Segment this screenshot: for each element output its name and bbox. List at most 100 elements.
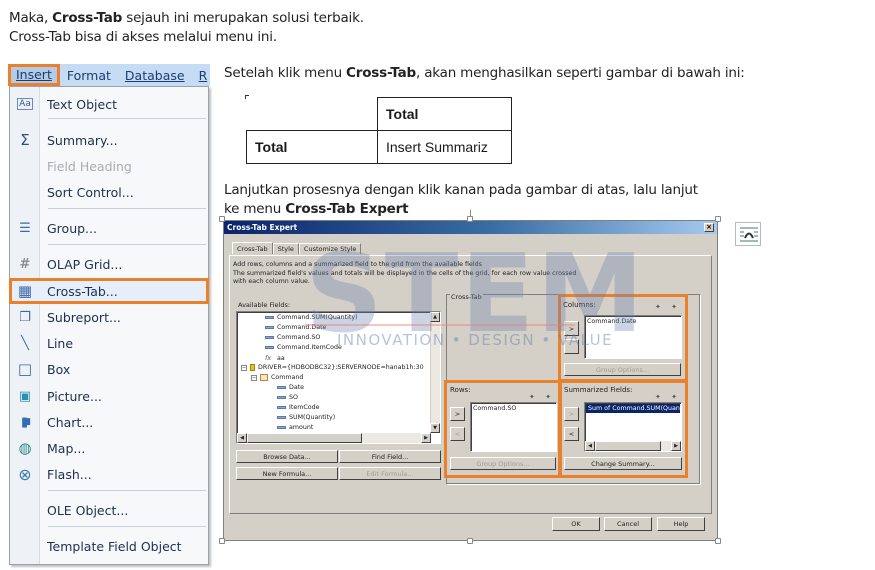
scroll-up-icon[interactable]: ▲	[430, 312, 440, 322]
horizontal-scrollbar[interactable]: ◀ ▶	[237, 433, 431, 443]
menu-item-template-field-object[interactable]: Template Field Object	[10, 534, 208, 558]
menu-database[interactable]: Database	[118, 68, 192, 83]
columns-move-arrows[interactable]: ✦ ✦	[655, 303, 681, 311]
menu-item-ole-object[interactable]: OLE Object...	[10, 498, 208, 522]
intro-text-suffix: sejauh ini merupakan solusi terbaik.	[122, 10, 364, 26]
vertical-scrollbar[interactable]: ▲ ▼	[430, 312, 440, 433]
menu-item-group[interactable]: ☰ Group...	[10, 216, 208, 240]
tree-item[interactable]: Date	[277, 384, 304, 391]
menu-item-chart[interactable]: ▮ ▮ Chart...	[10, 410, 208, 434]
layout-options-icon[interactable]	[735, 222, 761, 246]
add-summary-button[interactable]: >	[564, 407, 579, 421]
line-icon: ╲	[21, 335, 29, 351]
cross-tab-group-label: Cross-Tab	[450, 293, 483, 301]
column-total-text: Total	[386, 106, 419, 122]
row-item[interactable]: Command.SO	[473, 405, 554, 412]
resize-handle[interactable]	[715, 538, 721, 544]
summary-horizontal-scrollbar[interactable]: ◀ ▶	[585, 441, 681, 451]
field-icon	[277, 426, 286, 429]
menu-item-field-heading[interactable]: Field Heading	[10, 154, 208, 178]
remove-column-button[interactable]	[564, 339, 579, 354]
tree-item[interactable]: amount	[277, 424, 313, 431]
crosstab-column-total[interactable]: Total	[377, 97, 512, 131]
find-field-button[interactable]: Find Field...	[339, 450, 441, 463]
column-item[interactable]: Command.Date	[587, 318, 679, 325]
menu-item-line[interactable]: ╲ Line	[10, 331, 208, 355]
resize-handle[interactable]	[467, 538, 473, 544]
insert-menu-dropdown: Aa Text Object Σ Summary... Field Headin…	[9, 86, 209, 565]
row-group-options-button[interactable]: Group Options...	[450, 457, 556, 470]
scroll-thumb[interactable]	[247, 433, 362, 443]
scroll-thumb[interactable]	[595, 441, 661, 451]
tree-item[interactable]: Command.ItemCode	[265, 344, 342, 351]
change-summary-button[interactable]: Change Summary...	[564, 457, 682, 470]
new-formula-button[interactable]: New Formula...	[236, 467, 338, 480]
add-row-button[interactable]: >	[450, 407, 465, 421]
scroll-right-icon[interactable]: ▶	[421, 433, 431, 443]
tree-item[interactable]: − DRIVER={HDBODBC32};SERVERNODE=hanab1h:3…	[241, 364, 424, 371]
group-icon: ☰	[19, 220, 31, 236]
olap-grid-icon: #	[19, 256, 31, 272]
crosstab-row-total[interactable]: Total	[246, 130, 378, 164]
columns-list[interactable]: Command.Date	[584, 315, 682, 359]
chart-icon: ▮ ▮	[10, 415, 40, 430]
menu-item-sort-control[interactable]: Sort Control...	[10, 180, 208, 204]
tree-item[interactable]: Command.Date	[265, 324, 326, 331]
cancel-button[interactable]: Cancel	[604, 517, 652, 531]
scroll-down-icon[interactable]: ▼	[430, 423, 440, 433]
menubar: Insert Format Database R	[8, 64, 210, 86]
tab-style[interactable]: Style	[272, 243, 299, 254]
menu-item-picture[interactable]: ▣ Picture...	[10, 384, 208, 408]
menu-insert[interactable]: Insert	[8, 64, 60, 86]
menu-item-label: Summary...	[47, 132, 118, 148]
tree-item[interactable]: SO	[277, 394, 298, 401]
menu-item-flash[interactable]: ⊗ Flash...	[10, 462, 208, 486]
crosstab-summary-cell[interactable]: Insert Summariz	[377, 130, 512, 164]
menu-item-cross-tab[interactable]: ▦ Cross-Tab...	[9, 278, 209, 304]
summarized-move-arrows[interactable]: ✦ ✦	[655, 393, 681, 401]
resize-handle[interactable]	[715, 216, 721, 222]
menu-item-label: Box	[47, 361, 71, 377]
remove-row-button[interactable]: <	[450, 427, 465, 441]
collapse-icon[interactable]: −	[241, 364, 247, 371]
tree-item[interactable]: Command.SUM(Quantity)	[265, 314, 358, 321]
menu-item-subreport[interactable]: ❐ Subreport...	[10, 305, 208, 329]
menu-item-map[interactable]: ◍ Map...	[10, 436, 208, 460]
summary-cell-text: Insert Summariz	[386, 139, 488, 155]
ok-button[interactable]: OK	[552, 517, 600, 531]
cross-tab-icon: ▦	[17, 282, 33, 300]
tree-item[interactable]: ItemCode	[277, 404, 319, 411]
collapse-icon[interactable]: −	[251, 374, 257, 381]
cross-tab-expert-dialog: Cross-Tab Expert × Cross-Tab Style Custo…	[223, 220, 718, 541]
scroll-left-icon[interactable]: ◀	[237, 433, 247, 443]
rows-move-arrows[interactable]: ✦ ✦	[529, 393, 555, 401]
remove-summary-button[interactable]: <	[564, 427, 579, 441]
scroll-right-icon[interactable]: ▶	[671, 441, 681, 451]
edit-formula-button[interactable]: Edit Formula...	[339, 467, 441, 480]
tree-item[interactable]: fx aa	[265, 354, 285, 362]
resize-handle[interactable]	[219, 538, 225, 544]
column-group-options-button[interactable]: Group Options...	[564, 363, 681, 376]
resize-handle[interactable]	[219, 216, 225, 222]
menu-item-olap-grid[interactable]: # OLAP Grid...	[10, 252, 208, 276]
menu-report[interactable]: R	[192, 68, 210, 83]
menu-item-box[interactable]: □ Box	[10, 357, 208, 381]
menu-item-text-object[interactable]: Aa Text Object	[10, 92, 208, 116]
tree-item[interactable]: SUM(Quantity)	[277, 414, 335, 421]
menu-format[interactable]: Format	[60, 68, 118, 83]
browse-data-button[interactable]: Browse Data...	[236, 450, 338, 463]
close-icon[interactable]: ×	[704, 223, 714, 232]
menu-item-summary[interactable]: Σ Summary...	[10, 128, 208, 152]
dialog-titlebar: Cross-Tab Expert ×	[224, 221, 717, 234]
tree-item[interactable]: Command.SO	[265, 334, 320, 341]
scroll-left-icon[interactable]: ◀	[585, 441, 595, 451]
available-fields-list[interactable]: Command.SUM(Quantity) Command.Date Comma…	[236, 311, 441, 444]
add-column-button[interactable]: >	[564, 321, 579, 336]
rows-list[interactable]: Command.SO	[470, 402, 557, 452]
help-button[interactable]: Help	[657, 517, 705, 531]
summarized-fields-list[interactable]: Sum of Command.SUM(Quantity) ◀ ▶	[584, 402, 682, 452]
tab-cross-tab[interactable]: Cross-Tab	[232, 242, 273, 254]
tree-item[interactable]: − Command	[251, 374, 303, 381]
tab-customize-style[interactable]: Customize Style	[298, 243, 362, 254]
summarized-item[interactable]: Sum of Command.SUM(Quantity)	[586, 404, 680, 413]
